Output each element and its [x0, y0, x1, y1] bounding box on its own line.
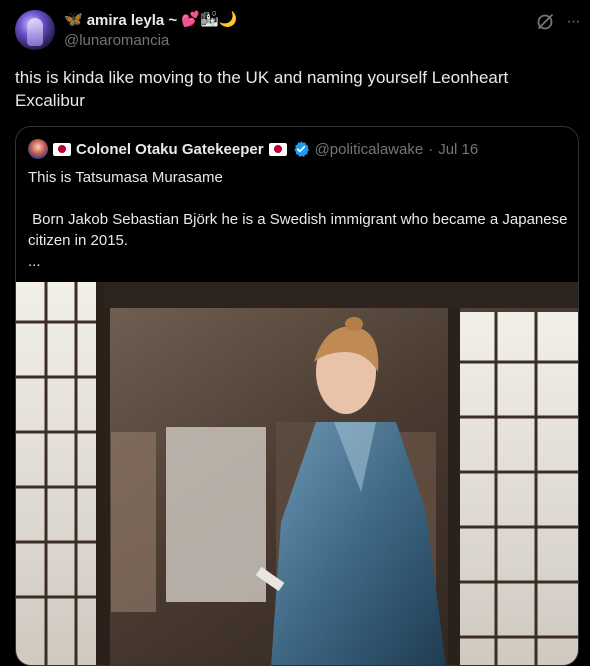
author-name-emojis: 💕🏙🌙	[181, 11, 238, 28]
more-icon[interactable]: ···	[563, 12, 583, 32]
author-display-name[interactable]: amira leyla ~	[87, 12, 177, 29]
quoted-author-name[interactable]: Colonel Otaku Gatekeeper	[76, 141, 264, 158]
author-avatar[interactable]	[15, 10, 55, 50]
author-name-row[interactable]: 🦋 amira leyla ~ 💕🏙🌙	[64, 11, 238, 29]
japan-flag-icon	[53, 142, 71, 156]
butterfly-emoji: 🦋	[64, 11, 83, 28]
quoted-tweet-photo[interactable]	[16, 282, 579, 666]
quoted-tweet-header: Colonel Otaku Gatekeeper @politicalawake…	[28, 139, 478, 159]
grok-icon[interactable]	[535, 12, 555, 32]
quoted-author-handle[interactable]: @politicalawake	[315, 141, 424, 158]
quoted-tweet-card[interactable]: Colonel Otaku Gatekeeper @politicalawake…	[15, 126, 579, 666]
quoted-tweet-text: This is Tatsumasa Murasame Born Jakob Se…	[28, 169, 568, 270]
quoted-author-avatar[interactable]	[28, 139, 48, 159]
quoted-tweet-date[interactable]: Jul 16	[438, 141, 478, 158]
verified-badge-icon	[293, 141, 309, 157]
tweet-text: this is kinda like moving to the UK and …	[15, 68, 509, 110]
author-handle[interactable]: @lunaromancia	[64, 32, 169, 49]
dot-separator: ·	[428, 140, 434, 158]
japan-flag-icon	[268, 142, 287, 156]
